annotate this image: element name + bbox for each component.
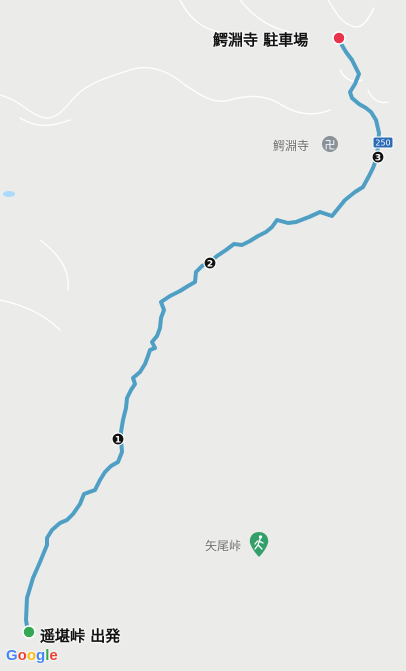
google-logo[interactable]: Google <box>6 647 58 664</box>
waypoint-marker-1[interactable]: 1 <box>111 432 125 446</box>
map-background <box>0 0 406 671</box>
road-shield-number: 250 <box>375 139 390 148</box>
waypoint-number-2: 2 <box>207 260 213 270</box>
waypoint-number-1: 1 <box>115 436 121 446</box>
waypoint-number-3: 3 <box>375 154 381 164</box>
temple-icon[interactable]: 卍 <box>322 136 338 152</box>
temple-label: 鰐淵寺 <box>273 139 310 153</box>
road-shield: 250 <box>372 136 394 149</box>
end-label: 鰐淵寺 駐車場 <box>213 31 309 49</box>
pass-label: 矢尾峠 <box>205 539 242 553</box>
end-marker[interactable] <box>332 31 346 45</box>
waypoint-marker-2[interactable]: 2 <box>203 256 217 270</box>
temple-glyph: 卍 <box>325 139 336 152</box>
start-marker[interactable] <box>22 625 36 639</box>
map-canvas[interactable]: 250 卍 1 2 3 <box>0 0 406 671</box>
start-label: 遥堪峠 出発 <box>40 627 121 645</box>
pond <box>3 191 15 197</box>
waypoint-marker-3[interactable]: 3 <box>371 150 385 164</box>
